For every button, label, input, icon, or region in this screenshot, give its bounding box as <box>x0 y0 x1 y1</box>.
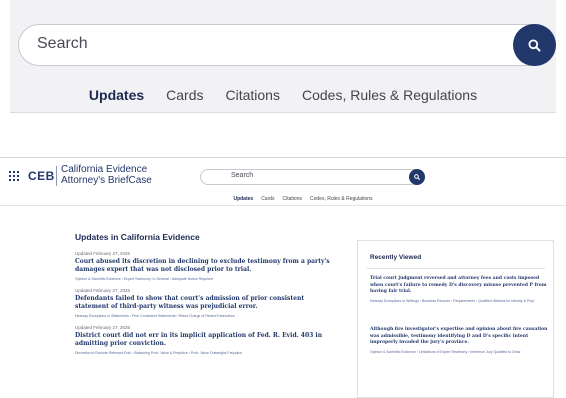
update-date: Updated February 27, 2026 <box>75 251 131 256</box>
update-headline-link[interactable]: Defendants failed to show that court's a… <box>75 295 335 311</box>
search-input-small[interactable]: Search <box>231 172 253 179</box>
topic-breadcrumb[interactable]: Opinion & Scientific Evidence › Limitati… <box>370 350 548 355</box>
full-page-view: CEB California Evidence Attorney's Brief… <box>0 157 566 398</box>
topic-breadcrumb[interactable]: Hearsay Exceptions or Statements › Prior… <box>75 314 335 318</box>
search-icon <box>414 174 420 180</box>
tab-citations[interactable]: Citations <box>226 87 280 103</box>
list-item: Trial court judgment reversed and attorn… <box>370 276 548 304</box>
tab-codes-rules-regulations[interactable]: Codes, Rules & Regulations <box>310 196 373 202</box>
tab-citations[interactable]: Citations <box>283 196 302 202</box>
ceb-logo[interactable]: CEB <box>28 169 55 183</box>
tab-codes-rules-regulations[interactable]: Codes, Rules & Regulations <box>302 87 477 103</box>
recent-headline-link[interactable]: Trial court judgment reversed and attorn… <box>370 276 548 296</box>
topic-breadcrumb[interactable]: Discretion to Exclude Relevant Evid. › B… <box>75 351 335 355</box>
logo-divider <box>56 166 57 186</box>
product-name[interactable]: California Evidence Attorney's BriefCase <box>61 164 152 186</box>
product-name-line2: Attorney's BriefCase <box>61 175 152 186</box>
main-content: Updates in California Evidence Updated F… <box>0 206 566 398</box>
divider <box>366 268 545 269</box>
update-date: Updated February 27, 2026 <box>75 288 131 293</box>
tab-cards[interactable]: Cards <box>166 87 203 103</box>
recently-viewed-panel: Recently Viewed Trial court judgment rev… <box>357 240 554 398</box>
update-headline-link[interactable]: District court did not err in its implic… <box>75 332 335 348</box>
tab-updates[interactable]: Updates <box>233 196 253 202</box>
update-date: Updated February 27, 2026 <box>75 325 131 330</box>
search-button-small[interactable] <box>409 169 425 185</box>
tab-updates[interactable]: Updates <box>89 87 144 103</box>
tab-cards[interactable]: Cards <box>261 196 274 202</box>
list-item: Updated February 27, 2026 District court… <box>75 325 335 355</box>
search-icon <box>528 39 541 51</box>
zoomed-header-panel: Search Updates Cards Citations Codes, Ru… <box>10 0 556 113</box>
update-headline-link[interactable]: Court abused its discretion in declining… <box>75 258 335 274</box>
tab-bar: Updates Cards Citations Codes, Rules & R… <box>0 196 566 202</box>
search-input[interactable]: Search <box>37 35 88 53</box>
app-grid-icon[interactable] <box>9 171 19 181</box>
section-title: Updates in California Evidence <box>75 232 200 242</box>
product-name-line1: California Evidence <box>61 164 148 175</box>
list-item: Updated February 27, 2026 Court abused i… <box>75 251 335 281</box>
topic-breadcrumb[interactable]: Opinion & Scientific Evidence › Expert T… <box>75 277 335 281</box>
topic-breadcrumb[interactable]: Hearsay Exceptions or Writings › Busines… <box>370 299 548 304</box>
panel-title: Recently Viewed <box>370 254 422 261</box>
recent-headline-link[interactable]: Although fire investigator's expertise a… <box>370 327 548 347</box>
top-bar: CEB California Evidence Attorney's Brief… <box>0 158 566 194</box>
zoomed-tab-bar: Updates Cards Citations Codes, Rules & R… <box>10 87 556 103</box>
search-bar[interactable]: Search <box>18 24 556 66</box>
search-button[interactable] <box>513 24 556 66</box>
list-item: Although fire investigator's expertise a… <box>370 327 548 355</box>
search-bar-small[interactable]: Search <box>200 169 425 185</box>
list-item: Updated February 27, 2026 Defendants fai… <box>75 288 335 318</box>
updates-section: Updates in California Evidence Updated F… <box>75 232 335 362</box>
